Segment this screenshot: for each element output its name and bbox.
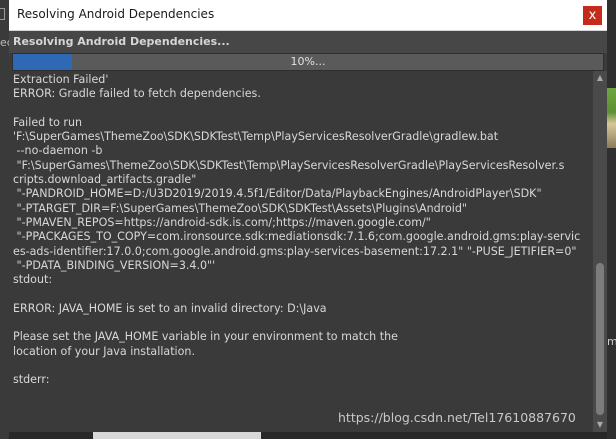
log-output-text: Extraction Failed' ERROR: Gradle failed …: [13, 73, 581, 387]
scroll-up-icon[interactable]: ▲: [593, 71, 607, 85]
close-button[interactable]: x: [583, 6, 602, 25]
progress-title: Resolving Android Dependencies...: [13, 35, 230, 48]
log-output-panel[interactable]: Extraction Failed' ERROR: Gradle failed …: [9, 71, 607, 432]
progress-header: Resolving Android Dependencies...: [9, 31, 607, 53]
progress-label: 10%...: [290, 55, 326, 68]
scroll-down-icon[interactable]: ▼: [593, 418, 607, 432]
window-title: Resolving Android Dependencies: [17, 7, 215, 21]
window-titlebar[interactable]: Resolving Android Dependencies x: [9, 0, 607, 31]
background-bottom-panel: [93, 432, 261, 439]
resolver-dialog: Resolving Android Dependencies x Resolvi…: [9, 0, 607, 432]
scrollbar-thumb[interactable]: [596, 263, 604, 415]
close-icon: x: [588, 8, 597, 23]
progress-bar: 10%...: [12, 53, 604, 71]
background-right-text: m: [607, 335, 616, 348]
vertical-scrollbar[interactable]: ▲ ▼: [593, 71, 607, 432]
scene-view-fragment: [607, 88, 616, 148]
background-editor-right: [607, 0, 616, 439]
watermark: https://blog.csdn.net/Tel17610887670: [338, 410, 576, 425]
background-left-text: ed: [0, 36, 9, 49]
background-editor-left: ed: [0, 0, 9, 439]
panel-tab-icon: [0, 8, 5, 20]
screen: ed m Resolving Android Dependencies x Re…: [0, 0, 616, 439]
